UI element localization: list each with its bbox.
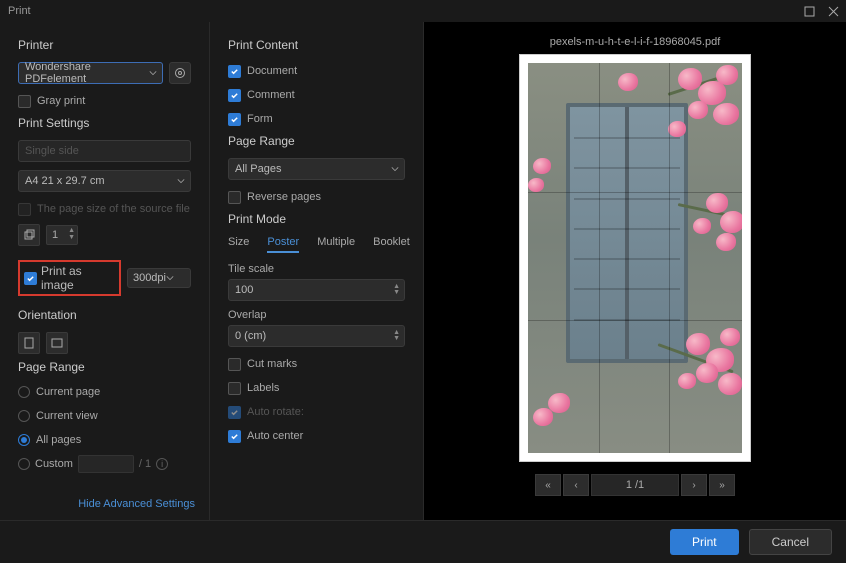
preview-filename: pexels-m-u-h-t-e-l-i-f-18968045.pdf	[550, 36, 721, 48]
overlap-input[interactable]: 0 (cm)▲▼	[228, 325, 405, 347]
print-as-image-label: Print as image	[41, 264, 115, 292]
pager-prev-button[interactable]: ‹	[563, 474, 589, 496]
auto-rotate-checkbox	[228, 406, 241, 419]
pager-text: 1 /1	[591, 474, 679, 496]
gray-print-checkbox[interactable]	[18, 95, 31, 108]
gray-print-label: Gray print	[37, 95, 85, 107]
printer-value: Wondershare PDFelement	[25, 61, 144, 85]
print-mode-label: Print Mode	[228, 212, 405, 226]
page-range-label-2: Page Range	[228, 134, 405, 148]
tile-scale-label: Tile scale	[228, 263, 405, 275]
pager-last-button[interactable]: »	[709, 474, 735, 496]
tile-scale-input[interactable]: 100▲▼	[228, 279, 405, 301]
reverse-pages-checkbox[interactable]	[228, 191, 241, 204]
printer-select[interactable]: Wondershare PDFelement	[18, 62, 163, 84]
source-size-checkbox	[18, 203, 31, 216]
preview-image	[528, 63, 742, 453]
page-range-label: Page Range	[18, 360, 191, 374]
preview-page	[519, 54, 751, 462]
print-settings-label: Print Settings	[18, 116, 191, 130]
tab-booklet[interactable]: Booklet	[373, 236, 410, 253]
footer: Print Cancel	[0, 520, 846, 563]
paper-size-select[interactable]: A4 21 x 29.7 cm	[18, 170, 191, 192]
chevron-down-icon	[149, 69, 157, 77]
orientation-landscape-button[interactable]	[46, 332, 68, 354]
close-icon[interactable]	[826, 4, 840, 18]
range-all-pages-radio[interactable]	[18, 434, 30, 446]
print-button[interactable]: Print	[670, 529, 739, 555]
pager: « ‹ 1 /1 › »	[535, 474, 735, 496]
range-custom-radio[interactable]	[18, 458, 30, 470]
copies-icon	[18, 224, 40, 246]
maximize-icon[interactable]	[802, 4, 816, 18]
page-range-select[interactable]: All Pages	[228, 158, 405, 180]
range-current-view-radio[interactable]	[18, 410, 30, 422]
pager-next-button[interactable]: ›	[681, 474, 707, 496]
window-title: Print	[6, 5, 31, 17]
printer-label: Printer	[18, 38, 191, 52]
orientation-label: Orientation	[18, 308, 191, 322]
chevron-down-icon	[177, 177, 185, 185]
form-checkbox[interactable]	[228, 113, 241, 126]
labels-checkbox[interactable]	[228, 382, 241, 395]
print-content-label: Print Content	[228, 38, 405, 52]
auto-center-checkbox[interactable]	[228, 430, 241, 443]
tab-multiple[interactable]: Multiple	[317, 236, 355, 253]
tab-size[interactable]: Size	[228, 236, 249, 253]
cut-marks-checkbox[interactable]	[228, 358, 241, 371]
printer-settings-button[interactable]	[169, 62, 191, 84]
titlebar: Print	[0, 0, 846, 22]
hide-advanced-link[interactable]: Hide Advanced Settings	[78, 498, 195, 510]
overlap-label: Overlap	[228, 309, 405, 321]
print-as-image-checkbox[interactable]	[24, 272, 37, 285]
gear-icon	[174, 67, 186, 79]
chevron-down-icon	[391, 165, 399, 173]
middle-panel: Print Content Document Comment Form Page…	[210, 22, 424, 520]
dpi-select[interactable]: 300dpi	[127, 268, 191, 288]
source-size-label: The page size of the source file	[37, 203, 190, 215]
duplex-select[interactable]: Single side	[18, 140, 191, 162]
print-as-image-highlight: Print as image	[18, 260, 121, 296]
preview-panel: pexels-m-u-h-t-e-l-i-f-18968045.pdf	[424, 22, 846, 520]
left-panel: Printer Wondershare PDFelement Gray prin…	[0, 22, 210, 520]
tab-poster[interactable]: Poster	[267, 236, 299, 253]
copies-input[interactable]: 1▲▼	[46, 225, 78, 245]
info-icon[interactable]: i	[156, 458, 168, 470]
range-current-page-radio[interactable]	[18, 386, 30, 398]
cancel-button[interactable]: Cancel	[749, 529, 832, 555]
comment-checkbox[interactable]	[228, 89, 241, 102]
pager-first-button[interactable]: «	[535, 474, 561, 496]
chevron-down-icon	[166, 274, 174, 282]
document-checkbox[interactable]	[228, 65, 241, 78]
range-custom-input[interactable]	[78, 455, 134, 473]
orientation-portrait-button[interactable]	[18, 332, 40, 354]
